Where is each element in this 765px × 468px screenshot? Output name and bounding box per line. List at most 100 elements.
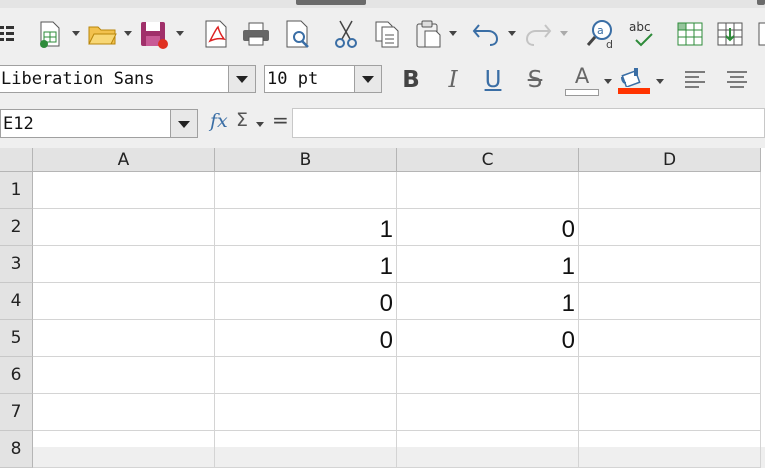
cell-d6[interactable] — [579, 357, 761, 394]
cell-c3[interactable]: 1 — [397, 246, 579, 283]
new-dropdown-icon[interactable] — [71, 26, 81, 40]
cell-c1[interactable] — [397, 172, 579, 209]
formula-button[interactable]: = — [272, 108, 289, 132]
align-center-icon[interactable] — [722, 64, 752, 96]
copy-icon[interactable] — [371, 18, 403, 50]
column-header-b[interactable]: B — [215, 148, 397, 172]
cell-c6[interactable] — [397, 357, 579, 394]
redo-icon[interactable] — [522, 18, 554, 50]
row-header-5[interactable]: 5 — [0, 320, 33, 357]
window-top-strip — [0, 0, 765, 8]
row-header-6[interactable]: 6 — [0, 357, 33, 394]
cut-icon[interactable] — [330, 18, 362, 50]
row-header-7[interactable]: 7 — [0, 394, 33, 431]
cell-d7[interactable] — [579, 394, 761, 431]
cell-c2[interactable]: 0 — [397, 209, 579, 246]
redo-dropdown-icon[interactable] — [559, 26, 569, 40]
underline-button[interactable]: U — [478, 64, 508, 96]
cell-b6[interactable] — [215, 357, 397, 394]
cell-b5[interactable]: 0 — [215, 320, 397, 357]
save-dropdown-icon[interactable] — [175, 26, 185, 40]
print-icon[interactable] — [240, 18, 272, 50]
font-name-dropdown-button[interactable] — [228, 66, 255, 92]
formula-input[interactable] — [292, 108, 765, 138]
highlight-dropdown-icon[interactable] — [655, 74, 665, 88]
highlight-color-swatch — [618, 87, 650, 94]
new-spreadsheet-icon[interactable] — [36, 18, 64, 50]
column-header-c[interactable]: C — [397, 148, 579, 172]
open-folder-icon[interactable] — [86, 18, 118, 50]
row-header-4[interactable]: 4 — [0, 283, 33, 320]
sum-dropdown-icon[interactable] — [256, 122, 264, 127]
find-replace-icon[interactable]: ad — [584, 18, 618, 50]
row-header-3[interactable]: 3 — [0, 246, 33, 283]
undo-icon[interactable] — [470, 18, 502, 50]
font-size-combobox[interactable]: 10 pt — [264, 65, 382, 93]
standard-toolbar: ad abc — [0, 8, 765, 60]
bold-button[interactable]: B — [396, 64, 426, 96]
row-header-1[interactable]: 1 — [0, 172, 33, 209]
formatting-toolbar: Liberation Sans 10 pt B I U S A — [0, 60, 765, 104]
cell-c7[interactable] — [397, 394, 579, 431]
select-all-corner[interactable] — [0, 148, 33, 172]
cell-a8[interactable] — [33, 431, 215, 468]
open-dropdown-icon[interactable] — [123, 26, 133, 40]
strikethrough-button[interactable]: S — [520, 64, 550, 96]
highlight-button[interactable] — [616, 64, 652, 96]
cell-c8[interactable] — [397, 431, 579, 468]
cell-d2[interactable] — [579, 209, 761, 246]
cell-b2[interactable]: 1 — [215, 209, 397, 246]
more-toolbar-icon[interactable] — [757, 18, 765, 50]
save-icon[interactable] — [138, 18, 170, 50]
font-color-swatch — [565, 88, 599, 96]
cell-b1[interactable] — [215, 172, 397, 209]
paste-icon[interactable] — [412, 18, 444, 50]
cell-b3[interactable]: 1 — [215, 246, 397, 283]
column-header-d[interactable]: D — [579, 148, 761, 172]
cell-a7[interactable] — [33, 394, 215, 431]
cell-d1[interactable] — [579, 172, 761, 209]
row-header-2[interactable]: 2 — [0, 209, 33, 246]
column-insert-icon[interactable] — [714, 18, 746, 50]
cell-a5[interactable] — [33, 320, 215, 357]
print-preview-icon[interactable] — [283, 18, 313, 50]
svg-text:abc: abc — [629, 20, 651, 34]
cell-d4[interactable] — [579, 283, 761, 320]
name-box[interactable]: E12 — [0, 109, 198, 138]
column-header-a[interactable]: A — [33, 148, 215, 172]
cell-a6[interactable] — [33, 357, 215, 394]
font-color-letter: A — [574, 63, 590, 88]
font-color-button[interactable]: A — [564, 64, 600, 96]
undo-dropdown-icon[interactable] — [507, 26, 517, 40]
font-size-value: 10 pt — [267, 69, 319, 89]
align-left-icon[interactable] — [680, 64, 710, 96]
row-insert-icon[interactable] — [674, 18, 706, 50]
cell-a3[interactable] — [33, 246, 215, 283]
name-box-value: E12 — [3, 114, 34, 134]
cell-c4[interactable]: 1 — [397, 283, 579, 320]
menu-icon[interactable] — [0, 18, 14, 50]
cell-b8[interactable] — [215, 431, 397, 468]
spreadsheet-grid: ABCD1210311401500678 — [0, 148, 765, 468]
font-color-dropdown-icon[interactable] — [603, 74, 613, 88]
row-header-8[interactable]: 8 — [0, 431, 33, 468]
cell-d3[interactable] — [579, 246, 761, 283]
cell-a4[interactable] — [33, 283, 215, 320]
cell-c5[interactable]: 0 — [397, 320, 579, 357]
function-wizard-button[interactable]: fx — [210, 110, 228, 132]
paste-dropdown-icon[interactable] — [448, 26, 458, 40]
font-name-combobox[interactable]: Liberation Sans — [0, 65, 256, 93]
sum-button[interactable]: Σ — [236, 109, 248, 131]
title-fragment — [757, 0, 765, 5]
spellcheck-icon[interactable]: abc — [626, 18, 660, 50]
cell-b4[interactable]: 0 — [215, 283, 397, 320]
cell-b7[interactable] — [215, 394, 397, 431]
export-pdf-icon[interactable] — [201, 18, 231, 50]
font-size-dropdown-button[interactable] — [354, 66, 381, 92]
cell-a2[interactable] — [33, 209, 215, 246]
italic-button[interactable]: I — [438, 64, 468, 96]
cell-d8[interactable] — [579, 431, 761, 468]
cell-a1[interactable] — [33, 172, 215, 209]
cell-d5[interactable] — [579, 320, 761, 357]
name-box-dropdown-button[interactable] — [170, 110, 197, 137]
